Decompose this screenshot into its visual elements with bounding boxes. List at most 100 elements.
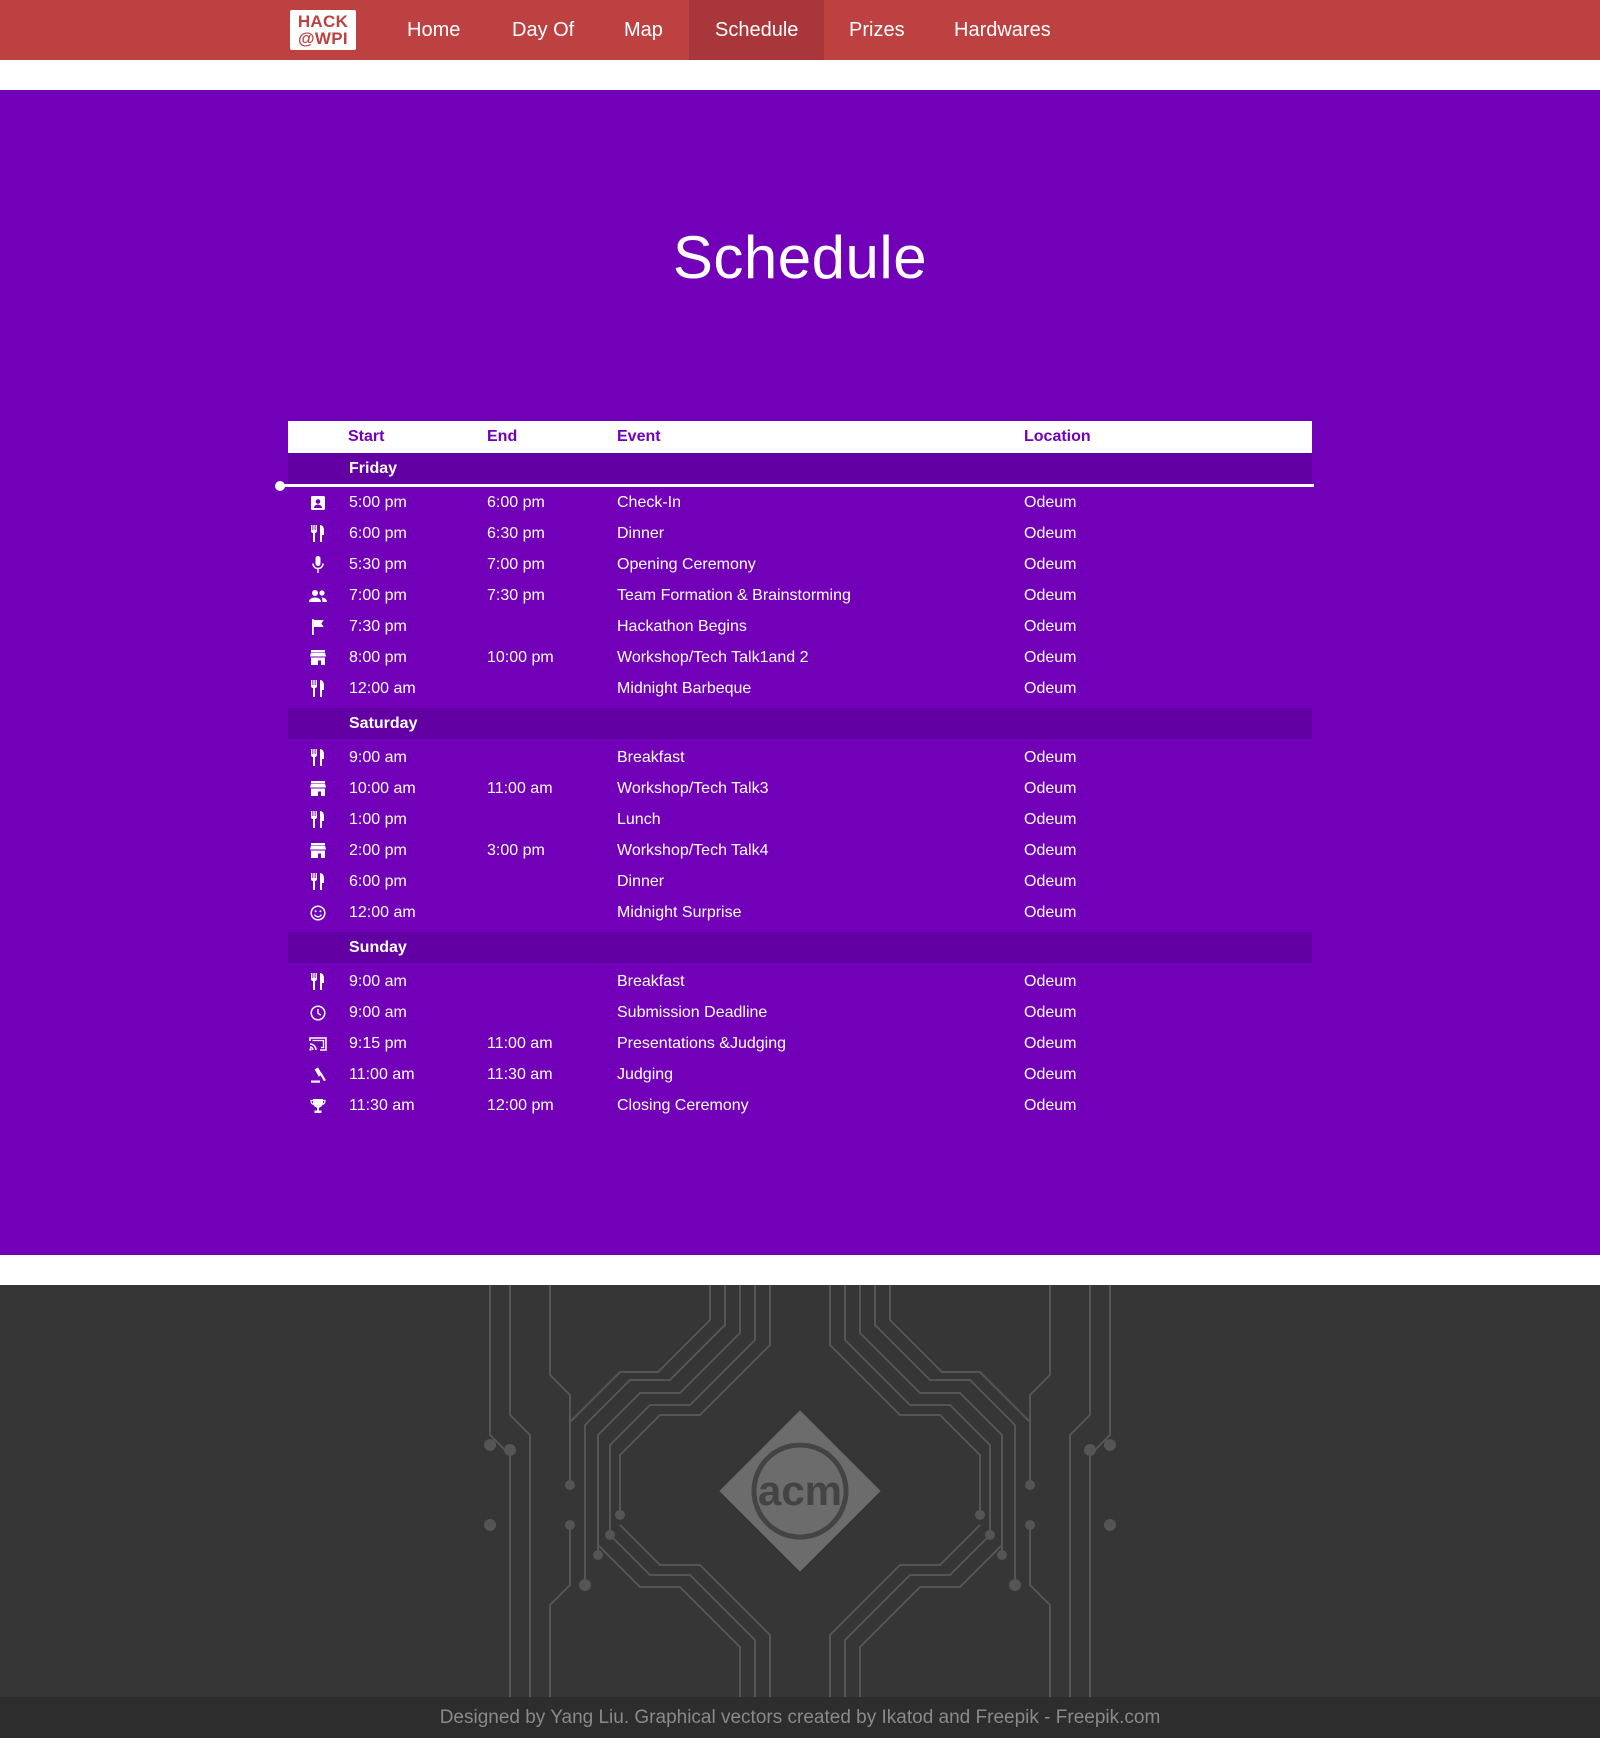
end-time: 11:00 am <box>487 1035 553 1052</box>
event-name: Midnight Barbeque <box>617 680 752 697</box>
event-name: Hackathon Begins <box>617 618 747 635</box>
header-end: End <box>487 428 518 445</box>
event-location: Odeum <box>1024 749 1077 766</box>
nav-day-of[interactable]: Day Of <box>486 0 600 60</box>
start-time: 10:00 am <box>349 780 416 797</box>
table-row: 8:00 pm 10:00 pm Workshop/Tech Talk1and 2 O… <box>288 642 1312 673</box>
schedule-section: Schedule Start End Event Location Friday… <box>0 90 1600 1255</box>
event-location: Odeum <box>1024 973 1077 990</box>
store-icon <box>308 773 328 804</box>
event-name: Presentations &Judging <box>617 1035 786 1052</box>
start-time: 12:00 am <box>349 680 416 697</box>
table-row: 2:00 pm 3:00 pm Workshop/Tech Talk4 Odeum <box>288 835 1312 866</box>
event-name: Dinner <box>617 873 665 890</box>
table-row: 1:00 pm Lunch Odeum <box>288 804 1312 835</box>
event-location: Odeum <box>1024 904 1077 921</box>
start-time: 6:00 pm <box>349 525 407 542</box>
nav-hardwares[interactable]: Hardwares <box>928 0 1077 60</box>
table-row: 6:00 pm 6:30 pm Dinner Odeum <box>288 518 1312 549</box>
badge-icon <box>308 487 328 518</box>
end-time: 3:00 pm <box>487 842 545 859</box>
day-row-saturday: Saturday <box>288 708 1312 739</box>
event-name: Opening Ceremony <box>617 556 756 573</box>
store-icon <box>308 835 328 866</box>
event-name: Team Formation & Brainstorming <box>617 587 851 604</box>
event-location: Odeum <box>1024 587 1077 604</box>
event-location: Odeum <box>1024 525 1077 542</box>
day-row-sunday: Sunday <box>288 932 1312 963</box>
footer: acm Designed by Yang Liu. Graphical vect… <box>0 1285 1600 1738</box>
table-row: 7:30 pm Hackathon Begins Odeum <box>288 611 1312 642</box>
event-location: Odeum <box>1024 680 1077 697</box>
smile-icon <box>308 897 328 928</box>
start-time: 2:00 pm <box>349 842 407 859</box>
nav-schedule[interactable]: Schedule <box>689 0 825 60</box>
event-name: Breakfast <box>617 973 685 990</box>
table-header: Start End Event Location <box>288 421 1312 453</box>
acm-logo: acm <box>758 1467 842 1514</box>
event-name: Submission Deadline <box>617 1004 768 1021</box>
table-row: 10:00 am 11:00 am Workshop/Tech Talk3 Odeum <box>288 773 1312 804</box>
nav-prizes[interactable]: Prizes <box>823 0 931 60</box>
table-row: 9:00 am Breakfast Odeum <box>288 966 1312 997</box>
logo-line1: HACK <box>297 12 349 31</box>
event-location: Odeum <box>1024 1035 1077 1052</box>
table-row: 12:00 am Midnight Barbeque Odeum <box>288 673 1312 704</box>
hack-wpi-logo[interactable]: HACK @WPI <box>290 10 356 50</box>
start-time: 9:15 pm <box>349 1035 407 1052</box>
event-name: Judging <box>617 1066 674 1083</box>
end-time: 7:00 pm <box>487 556 545 573</box>
table-row: 12:00 am Midnight Surprise Odeum <box>288 897 1312 928</box>
schedule-table: Start End Event Location Friday 5:00 pm 6:… <box>275 421 1314 1121</box>
end-time: 11:00 am <box>487 780 553 797</box>
start-time: 8:00 pm <box>349 649 407 666</box>
event-name: Closing Ceremony <box>617 1097 749 1114</box>
utensils-icon <box>308 966 328 997</box>
event-name: Check-In <box>617 494 682 511</box>
end-time: 6:30 pm <box>487 525 545 542</box>
start-time: 6:00 pm <box>349 873 407 890</box>
start-time: 11:00 am <box>349 1066 415 1083</box>
navbar: HACK @WPI Home Day Of Map Schedule Prize… <box>0 0 1600 60</box>
event-location: Odeum <box>1024 842 1077 859</box>
start-time: 1:00 pm <box>349 811 407 828</box>
gavel-icon <box>308 1059 328 1090</box>
start-time: 5:00 pm <box>349 494 407 511</box>
logo-line2: @WPI <box>298 29 348 48</box>
start-time: 5:30 pm <box>349 556 407 573</box>
clock-icon <box>308 997 328 1028</box>
event-location: Odeum <box>1024 1066 1077 1083</box>
utensils-icon <box>308 742 328 773</box>
utensils-icon <box>308 673 328 704</box>
table-row: 6:00 pm Dinner Odeum <box>288 866 1312 897</box>
circuit-board-graphic: acm <box>484 1285 1116 1697</box>
nav-home[interactable]: Home <box>381 0 486 60</box>
header-start: Start <box>348 428 385 445</box>
table-row: 11:00 am 11:30 am Judging Odeum <box>288 1059 1312 1090</box>
cast-icon <box>308 1028 328 1059</box>
event-location: Odeum <box>1024 1004 1077 1021</box>
event-name: Dinner <box>617 525 665 542</box>
flag-icon <box>308 611 328 642</box>
day-label: Sunday <box>349 939 407 956</box>
start-time: 12:00 am <box>349 904 416 921</box>
day-row-friday: Friday <box>288 453 1312 484</box>
nav-map[interactable]: Map <box>598 0 689 60</box>
header-event: Event <box>617 428 661 445</box>
store-icon <box>308 642 328 673</box>
utensils-icon <box>308 804 328 835</box>
event-name: Workshop/Tech Talk4 <box>617 842 769 859</box>
table-row: 9:15 pm 11:00 am Presentations &Judging Ode… <box>288 1028 1312 1059</box>
table-row: 5:00 pm 6:00 pm Check-In Odeum <box>288 487 1312 518</box>
event-location: Odeum <box>1024 649 1077 666</box>
start-time: 7:30 pm <box>349 618 407 635</box>
start-time: 11:30 am <box>349 1097 415 1114</box>
event-location: Odeum <box>1024 556 1077 573</box>
start-time: 9:00 am <box>349 749 407 766</box>
start-time: 7:00 pm <box>349 587 407 604</box>
event-location: Odeum <box>1024 873 1077 890</box>
event-location: Odeum <box>1024 780 1077 797</box>
microphone-icon <box>308 549 328 580</box>
utensils-icon <box>308 518 328 549</box>
day-label: Saturday <box>349 715 418 732</box>
